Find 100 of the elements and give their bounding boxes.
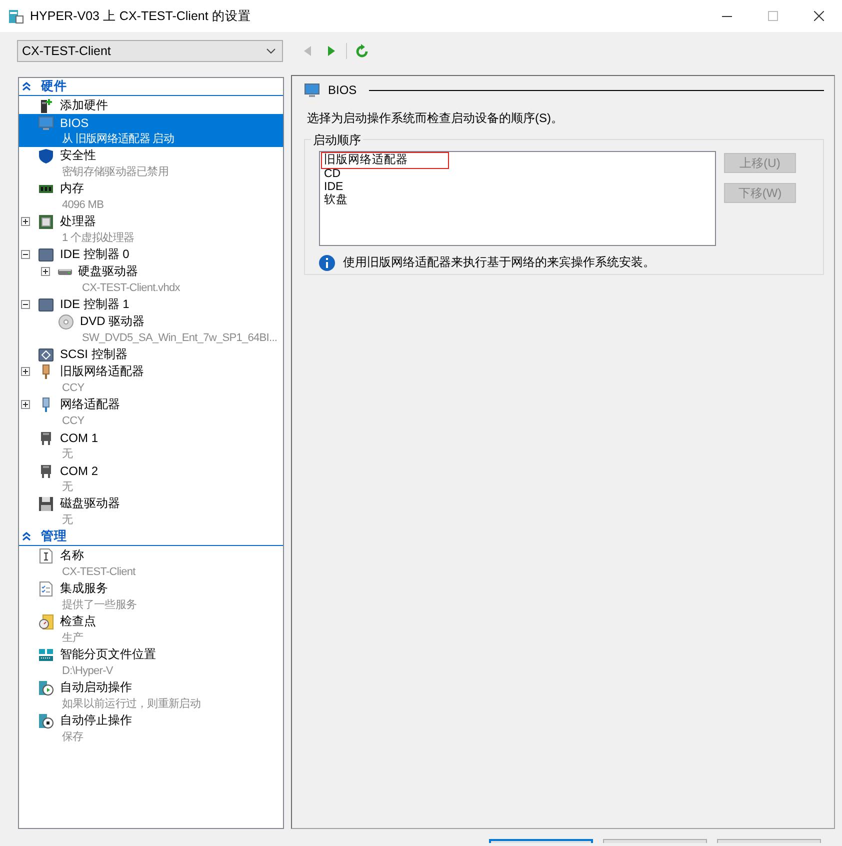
- server-play-icon: [38, 680, 54, 696]
- item-detail: 1 个虚拟处理器: [61, 230, 136, 246]
- item-label: 网络适配器: [60, 396, 120, 413]
- vm-dropdown[interactable]: CX-TEST-Client: [17, 40, 283, 62]
- item-detail: 密钥存储驱动器已禁用: [61, 164, 170, 180]
- item-label: 安全性: [60, 147, 96, 164]
- section-title: BIOS: [328, 83, 357, 97]
- item-label: 磁盘驱动器: [60, 495, 120, 512]
- monitor-icon: [304, 82, 320, 98]
- item-detail: 如果以前运行过，则重新启动: [61, 696, 202, 712]
- section-header[interactable]: 硬件: [19, 78, 283, 96]
- controller-icon: [38, 246, 54, 262]
- tree-item[interactable]: COM 1 无: [19, 429, 283, 462]
- tree-item[interactable]: 磁盘驱动器 无: [19, 495, 283, 528]
- tree-item[interactable]: 硬盘驱动器 CX-TEST-Client.vhdx: [19, 263, 283, 296]
- double-chevron-icon: [22, 82, 31, 91]
- item-detail: 提供了一些服务: [61, 598, 138, 613]
- tree-item[interactable]: 安全性 密钥存储驱动器已禁用: [19, 147, 283, 180]
- tree-item[interactable]: 检查点 生产: [19, 613, 283, 646]
- tree-item[interactable]: 自动停止操作 保存: [19, 712, 283, 745]
- item-detail: CX-TEST-Client: [61, 565, 137, 580]
- item-label: DVD 驱动器: [80, 313, 145, 330]
- item-label: 智能分页文件位置: [60, 646, 156, 663]
- group-title: 启动顺序: [311, 132, 363, 149]
- port-icon: [38, 462, 54, 478]
- tree-item[interactable]: COM 2 无: [19, 462, 283, 495]
- chip-icon: [38, 214, 54, 230]
- tree-item[interactable]: 智能分页文件位置 D:\Hyper-V: [19, 646, 283, 679]
- refresh-icon: [355, 44, 369, 58]
- item-label: 集成服务: [60, 580, 108, 597]
- item-label: IDE 控制器 1: [60, 296, 130, 313]
- boot-device[interactable]: CD: [322, 168, 343, 181]
- description-text: 选择为启动操作系统而检查启动设备的顺序(S)。: [307, 110, 564, 127]
- expand-toggle[interactable]: [21, 400, 30, 409]
- dialog-button[interactable]: [717, 839, 821, 843]
- tree-item[interactable]: 旧版网络适配器 CCY: [19, 363, 283, 396]
- item-detail: 保存: [61, 730, 84, 745]
- close-icon: [814, 11, 824, 21]
- item-detail: 生产: [61, 630, 84, 646]
- tree-item[interactable]: IDE 控制器 0: [19, 246, 283, 263]
- drive-add-icon: [38, 98, 54, 114]
- tree-item[interactable]: 名称 CX-TEST-Client: [19, 547, 283, 580]
- tree-item[interactable]: 处理器 1 个虚拟处理器: [19, 213, 283, 246]
- item-label: 检查点: [60, 613, 96, 630]
- item-detail: CX-TEST-Client.vhdx: [81, 281, 181, 296]
- tree-item[interactable]: BIOS 从 旧版网络适配器 启动: [19, 114, 283, 147]
- hard-drive-icon: [58, 268, 72, 274]
- double-chevron-icon: [22, 532, 31, 541]
- tree-item[interactable]: 网络适配器 CCY: [19, 396, 283, 429]
- tree-item[interactable]: 内存 4096 MB: [19, 180, 283, 213]
- app-icon: [8, 8, 24, 24]
- item-label: SCSI 控制器: [60, 346, 128, 363]
- memory-icon: [38, 646, 54, 662]
- tree-item[interactable]: 添加硬件: [19, 97, 283, 114]
- item-detail: CCY: [61, 414, 86, 429]
- item-detail: 无: [61, 447, 74, 462]
- tree-item[interactable]: DVD 驱动器 SW_DVD5_SA_Win_Ent_7w_SP1_64BI...: [19, 313, 283, 346]
- text-cursor-icon: [38, 548, 54, 564]
- expand-toggle[interactable]: [21, 217, 30, 226]
- dialog-button[interactable]: [489, 839, 593, 843]
- collapse-toggle[interactable]: [21, 250, 30, 259]
- monitor-icon: [38, 114, 54, 130]
- item-label: 硬盘驱动器: [78, 263, 138, 280]
- dialog-button[interactable]: [603, 839, 707, 843]
- section-header[interactable]: 管理: [19, 528, 283, 546]
- server-stop-icon: [38, 712, 54, 728]
- boot-device[interactable]: 软盘: [322, 194, 350, 207]
- boot-order-list[interactable]: 旧版网络适配器 CD IDE 软盘: [319, 151, 716, 246]
- checklist-icon: [38, 580, 54, 596]
- tree-item[interactable]: IDE 控制器 1: [19, 296, 283, 313]
- item-detail: D:\Hyper-V: [61, 664, 114, 679]
- item-detail: CCY: [61, 381, 86, 396]
- window-title: HYPER-V03 上 CX-TEST-Client 的设置: [30, 8, 252, 24]
- boot-device[interactable]: IDE: [322, 181, 346, 194]
- disc-icon: [58, 314, 74, 330]
- item-label: 旧版网络适配器: [60, 363, 144, 380]
- expand-toggle[interactable]: [41, 267, 50, 276]
- item-detail: 无: [61, 480, 74, 495]
- item-label: 内存: [60, 180, 84, 197]
- item-label: IDE 控制器 0: [60, 246, 130, 263]
- expand-toggle[interactable]: [21, 367, 30, 376]
- item-label: 添加硬件: [60, 97, 108, 114]
- item-label: COM 2: [60, 464, 98, 478]
- tree-item[interactable]: SCSI 控制器: [19, 346, 283, 363]
- controller-icon: [38, 346, 54, 362]
- item-label: 名称: [60, 547, 84, 564]
- item-detail: SW_DVD5_SA_Win_Ent_7w_SP1_64BI...: [81, 331, 278, 346]
- floppy-icon: [38, 496, 54, 512]
- item-label: 自动停止操作: [60, 712, 132, 729]
- port-icon: [38, 430, 54, 446]
- boot-device[interactable]: 旧版网络适配器: [322, 153, 448, 168]
- chevron-down-icon: [266, 48, 276, 54]
- item-label: BIOS: [60, 116, 89, 130]
- shield-icon: [38, 148, 54, 164]
- item-label: COM 1: [60, 430, 98, 444]
- maximize-icon: [768, 11, 778, 21]
- tree-item[interactable]: 集成服务 提供了一些服务: [19, 580, 283, 613]
- item-detail: 从 旧版网络适配器 启动: [61, 132, 175, 147]
- tree-item[interactable]: 自动启动操作 如果以前运行过，则重新启动: [19, 679, 283, 712]
- collapse-toggle[interactable]: [21, 300, 30, 309]
